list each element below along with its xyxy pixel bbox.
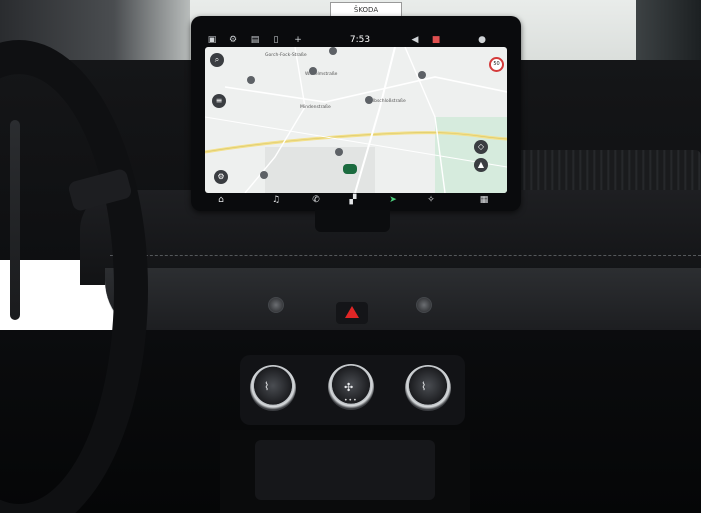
road-label: Elbschloßstraße [370, 99, 406, 104]
steering-wheel-highlight [10, 120, 20, 320]
phone-call-icon[interactable]: ✆ [310, 194, 322, 206]
climate-icon[interactable]: ✧ [425, 194, 437, 206]
volume-icon[interactable]: ◀ [410, 35, 420, 45]
grid-icon[interactable]: ▞ [347, 194, 359, 206]
built-area [265, 147, 375, 193]
music-icon[interactable]: ♫ [270, 194, 282, 206]
volume-knob[interactable] [268, 297, 284, 313]
search-icon[interactable]: ⌕ [210, 53, 224, 67]
layers-icon[interactable]: ≡ [212, 94, 226, 108]
plus-icon[interactable]: + [293, 35, 303, 45]
car-icon[interactable]: ▣ [207, 35, 217, 45]
apps-icon[interactable]: ▦ [478, 194, 490, 206]
fan-level-dots: ••• [344, 397, 358, 404]
seat-heat-right-icon: ⌇ [421, 380, 427, 393]
poi-marker[interactable] [418, 71, 426, 79]
phone-icon[interactable]: ▯ [271, 35, 281, 45]
hazard-icon [345, 306, 359, 318]
settings-map-icon[interactable]: ⚙ [214, 170, 228, 184]
poi-marker[interactable] [335, 148, 343, 156]
profile-icon[interactable]: ● [477, 35, 487, 45]
display-mount [315, 210, 390, 232]
notification-icon[interactable]: ■ [431, 35, 441, 45]
road-label: Gorch-Fock-Straße [265, 53, 307, 58]
home-icon[interactable]: ⌂ [215, 194, 227, 206]
bottom-dock: ⌂ ♫ ✆ ▞ ➤ ✧ ▦ [205, 193, 507, 207]
speed-limit-sign: 50 [489, 57, 504, 72]
park-area [435, 117, 507, 193]
temperature-knob-left[interactable] [250, 365, 296, 411]
poi-marker[interactable] [309, 67, 317, 75]
battery-icon[interactable]: ▤ [250, 35, 260, 45]
car-interior-photo: ŠKODA ▣ ⚙ ▤ ▯ + ◀ ■ ● 7:53 Gorch-Fock-St… [0, 0, 701, 513]
dashboard-stitching [110, 255, 701, 258]
clock: 7:53 [349, 35, 371, 45]
road-label: Mindenstraße [300, 105, 331, 110]
settings-icon[interactable]: ⚙ [228, 35, 238, 45]
seat-heat-left-icon: ⌇ [264, 380, 270, 393]
navigation-icon[interactable]: ➤ [387, 194, 399, 206]
fan-icon: ✣ [344, 381, 354, 394]
poi-marker[interactable] [260, 171, 268, 179]
tuning-knob[interactable] [416, 297, 432, 313]
poi-marker[interactable] [365, 96, 373, 104]
vehicle-position-icon [343, 164, 357, 174]
poi-marker[interactable] [247, 76, 255, 84]
temperature-knob-right[interactable] [405, 365, 451, 411]
recenter-icon[interactable]: ◇ [474, 140, 488, 154]
storage-bin [255, 440, 435, 500]
poi-marker[interactable] [329, 47, 337, 55]
compass-icon[interactable]: ▲ [474, 158, 488, 172]
